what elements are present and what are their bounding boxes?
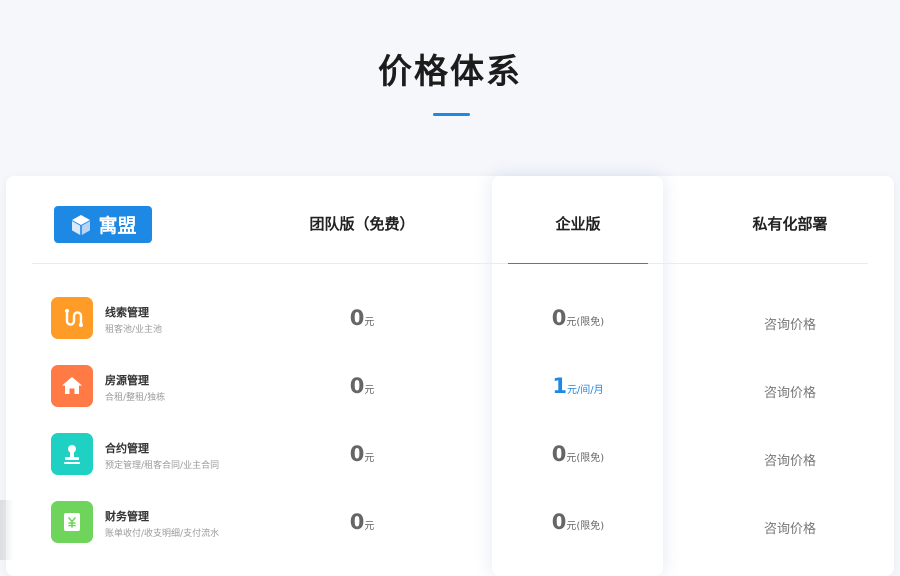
feature-name-clue: 线索管理	[105, 306, 149, 319]
feature-desc-clue: 租客池/业主池	[105, 325, 163, 335]
cube-icon	[72, 214, 91, 235]
plan-header-team: 团队版（免费）	[309, 215, 415, 233]
enterprise-underline	[508, 263, 648, 264]
house-icon	[51, 365, 93, 407]
clue-icon	[51, 297, 93, 339]
price-enterprise-clue: 0元(限免)	[551, 306, 605, 330]
price-private-clue: 咨询价格	[763, 318, 816, 333]
price-team-contract: 0元	[349, 442, 375, 466]
price-team-clue: 0元	[349, 306, 375, 330]
feature-name-contract: 合约管理	[105, 442, 149, 455]
stamp-icon	[51, 433, 93, 475]
title-underline	[433, 113, 470, 116]
price-team-house: 0元	[349, 374, 375, 398]
price-enterprise-house: 1元/间/月	[552, 374, 604, 398]
feature-name-house: 房源管理	[105, 374, 149, 387]
feature-desc-contract: 预定管理/租客合同/业主合同	[105, 461, 220, 471]
feature-desc-house: 合租/整租/独栋	[105, 393, 166, 403]
price-private-contract: 咨询价格	[763, 454, 816, 469]
yumeng-logo: 寓盟	[54, 206, 152, 243]
finance-icon	[51, 501, 93, 543]
price-enterprise-finance: 0元(限免)	[551, 510, 605, 534]
plan-header-enterprise: 企业版	[555, 215, 601, 233]
price-enterprise-contract: 0元(限免)	[551, 442, 605, 466]
price-private-house: 咨询价格	[763, 386, 816, 401]
logo-text: 寓盟	[98, 215, 137, 237]
header-divider	[32, 263, 868, 264]
feature-name-finance: 财务管理	[105, 510, 149, 523]
feature-desc-finance: 账单收付/收支明细/支付流水	[105, 529, 220, 539]
edge-shadow	[0, 500, 14, 560]
page-title: 价格体系	[378, 52, 522, 92]
price-team-finance: 0元	[349, 510, 375, 534]
plan-header-private: 私有化部署	[752, 215, 828, 233]
price-private-finance: 咨询价格	[763, 522, 816, 537]
